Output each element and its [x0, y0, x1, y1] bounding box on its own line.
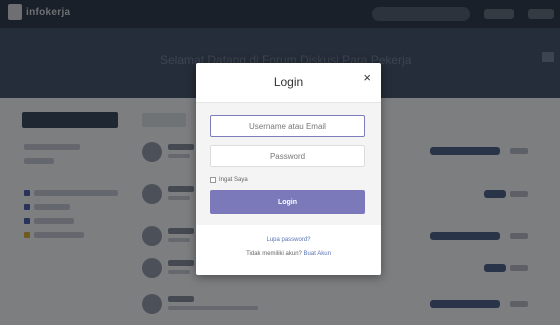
username-input[interactable]	[210, 115, 365, 137]
modal-title: Login	[273, 75, 304, 89]
no-account-text: Tidak memiliki akun?	[246, 251, 302, 257]
password-input[interactable]	[210, 145, 365, 167]
login-button[interactable]: Login	[210, 190, 365, 214]
remember-me[interactable]: Ingat Saya	[210, 177, 248, 183]
modal-body: Ingat Saya Login	[196, 103, 381, 225]
login-modal: Login × Ingat Saya Login Lupa password? …	[196, 63, 381, 275]
remember-label: Ingat Saya	[219, 177, 248, 183]
remember-checkbox[interactable]	[210, 177, 216, 183]
signup-line: Tidak memiliki akun? Buat Akun	[196, 251, 381, 257]
close-icon[interactable]: ×	[363, 70, 371, 85]
signup-link[interactable]: Buat Akun	[304, 251, 331, 257]
modal-header: Login ×	[196, 63, 381, 103]
forgot-password-link[interactable]: Lupa password?	[196, 237, 381, 243]
